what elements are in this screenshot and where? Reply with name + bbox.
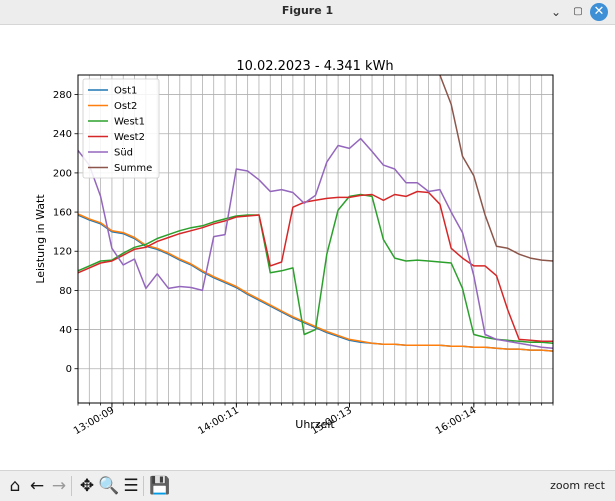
zoom-magnifier-icon[interactable]: 🔍 [98, 475, 120, 497]
legend-entry-ost1: Ost1 [114, 86, 137, 97]
maximize-icon[interactable]: ▢ [568, 2, 588, 22]
y-tick-label: 160 [53, 208, 72, 219]
y-tick-label: 80 [59, 286, 72, 297]
save-icon[interactable]: 💾 [149, 475, 171, 497]
y-axis-label: Leistung in Watt [34, 194, 47, 284]
pan-icon[interactable]: ✥ [76, 475, 98, 497]
y-tick-label: 240 [53, 129, 72, 140]
figure-canvas[interactable]: 10.02.2023 - 4.341 kWh 0 40 80 120 160 200 240… [0, 25, 615, 470]
toolbar-mode-text: zoom rect [550, 479, 605, 492]
minimize-icon[interactable]: ⌄ [546, 2, 566, 22]
window-title: Figure 1 [281, 4, 334, 17]
forward-arrow-icon[interactable]: → [48, 475, 70, 497]
navigation-toolbar: ⌂ ← → ✥ 🔍 ☰ 💾 zoom rect [0, 470, 615, 501]
y-tick-label: 40 [59, 325, 72, 336]
toolbar-separator [143, 476, 144, 496]
legend-entry-west1: West1 [114, 117, 145, 128]
close-icon[interactable]: ✕ [590, 3, 608, 21]
legend-entry-süd: Süd [114, 148, 133, 159]
chart-title: 10.02.2023 - 4.341 kWh [236, 59, 393, 74]
y-tick-label: 280 [53, 90, 72, 101]
back-arrow-icon[interactable]: ← [26, 475, 48, 497]
home-icon[interactable]: ⌂ [4, 475, 26, 497]
chart-legend: Ost1 Ost2 West1 West2 Süd Summe [82, 78, 160, 179]
y-tick-label: 120 [53, 247, 72, 258]
legend-entry-summe: Summe [114, 163, 152, 174]
y-tick-label: 0 [66, 364, 72, 375]
legend-entry-ost2: Ost2 [114, 101, 137, 112]
legend-entry-west2: West2 [114, 132, 145, 143]
window-titlebar: Figure 1 ⌄ ▢ ✕ [0, 0, 615, 25]
x-axis-label: Uhrzeit [295, 418, 335, 431]
toolbar-separator [71, 476, 72, 496]
y-tick-label: 200 [53, 168, 72, 179]
configure-subplots-icon[interactable]: ☰ [120, 475, 142, 497]
